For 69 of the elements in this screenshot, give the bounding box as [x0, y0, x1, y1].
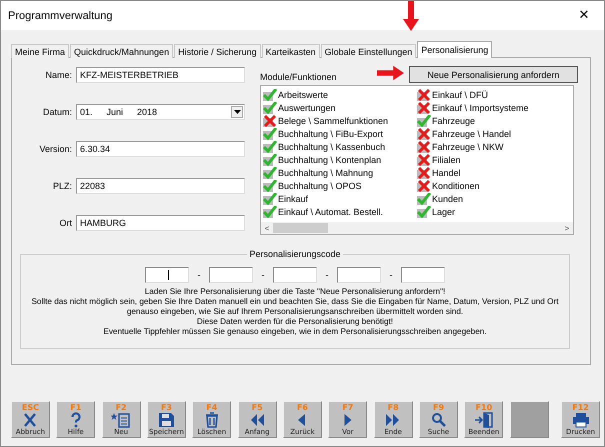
module-name: Konditionen [432, 180, 480, 190]
horizontal-scrollbar[interactable]: < > [261, 222, 573, 234]
module-name: Einkauf [278, 194, 308, 204]
printer-icon [570, 412, 591, 428]
input-field[interactable]: HAMBURG [76, 214, 245, 230]
code-field[interactable] [337, 267, 381, 283]
separator: - [325, 270, 329, 280]
field-label: Name: [44, 70, 73, 80]
module-name: Einkauf \ DFÜ [432, 90, 488, 100]
field-label: PLZ: [52, 180, 73, 190]
scroll-left-button[interactable]: < [261, 224, 273, 232]
group-title: Personalisierungscode [248, 249, 342, 259]
new-document-icon [111, 412, 132, 428]
module-name: Fahrzeuge \ Handel [432, 128, 512, 138]
code-field[interactable] [273, 267, 317, 283]
module-name: Kunden [432, 194, 464, 204]
date-part: 01. [80, 106, 93, 116]
separator: - [197, 270, 201, 280]
tab[interactable]: Globale Einstellungen [320, 44, 416, 58]
right-arrow-icon [344, 412, 352, 428]
code-field[interactable] [209, 267, 253, 283]
module-name: Fahrzeuge [432, 116, 476, 126]
module-name: Einkauf \ Importsysteme [432, 102, 529, 112]
field-label: Datum: [42, 106, 73, 116]
date-part: Juni [106, 106, 124, 116]
module-name: Buchhaltung \ Kassenbuch [278, 142, 386, 152]
separator: - [389, 270, 393, 280]
instruction-text: Diese Daten werden für die Personalisierung benötigt! [196, 317, 394, 327]
module-name: Arbeitswerte [278, 90, 328, 100]
module-name: Buchhaltung \ FiBu-Export [278, 128, 384, 138]
instruction-text: Laden Sie Ihre Personalisierung über die Taste "Neue Personalisierung anfordern"! [144, 287, 446, 297]
left-arrow-icon [298, 412, 306, 428]
field-label: Version: [38, 144, 73, 154]
module-name: Buchhaltung \ Mahnung [278, 168, 374, 178]
input-field[interactable]: 22083 [76, 178, 245, 194]
instruction-text: Eventuelle Tippfehler müssen Sie genauso eingeben, wie in dem Personalisierungsschreiben angegeben. [102, 327, 488, 337]
tab[interactable]: Karteikasten [262, 44, 320, 58]
module-name: Einkauf \ Automat. Bestell. [278, 206, 384, 216]
module-name: Filialen [432, 154, 461, 164]
close-button[interactable]: ✕ [564, 1, 604, 30]
module-name: Buchhaltung \ OPOS [278, 180, 362, 190]
module-name: Lager [432, 206, 456, 216]
save-icon [156, 412, 176, 428]
input-field[interactable]: KFZ-MEISTERBETRIEB [76, 66, 245, 82]
input-field[interactable]: 6.30.34 [76, 140, 245, 156]
tab[interactable]: Personalisierung [417, 41, 492, 58]
module-name: Belege \ Sammelfunktionen [278, 116, 388, 126]
separator: - [261, 270, 265, 280]
module-name: Handel [432, 168, 461, 178]
list-label: Module/Funktionen [260, 72, 338, 83]
date-dropdown[interactable]: 01. Juni 2018 [76, 104, 245, 120]
code-field[interactable] [145, 267, 189, 283]
module-name: Auswertungen [278, 102, 336, 112]
field-label: Ort [58, 218, 73, 228]
instruction-text: Sollte das nicht möglich sein, geben Sie Ihre Daten manuell ein und beachten Sie, dass Sie die Eingaben für Name, Datum, Version, PLZ und Ort genauso eingeben, wie Sie auf Ihrem Personalisierungsanschreiben übermittelt worden sind. [30, 297, 560, 317]
tab[interactable]: Meine Firma [11, 44, 70, 58]
module-name: Buchhaltung \ Kontenplan [278, 154, 382, 164]
exit-door-icon [474, 412, 494, 428]
tab[interactable]: Quickdruck/Mahnungen [70, 44, 174, 58]
scrollbar-thumb[interactable] [273, 223, 328, 233]
tab[interactable]: Historie / Sicherung [174, 44, 261, 58]
scroll-right-button[interactable]: > [561, 224, 573, 232]
code-field[interactable] [401, 267, 445, 283]
date-part: 2018 [137, 106, 158, 116]
window-title: Programmverwaltung [8, 10, 113, 22]
request-button[interactable]: Neue Personalisierung anfordern [408, 66, 578, 83]
arrow-icon [376, 65, 404, 81]
module-name: Fahrzeuge \ NKW [432, 142, 504, 152]
arrow-icon [403, 1, 419, 31]
